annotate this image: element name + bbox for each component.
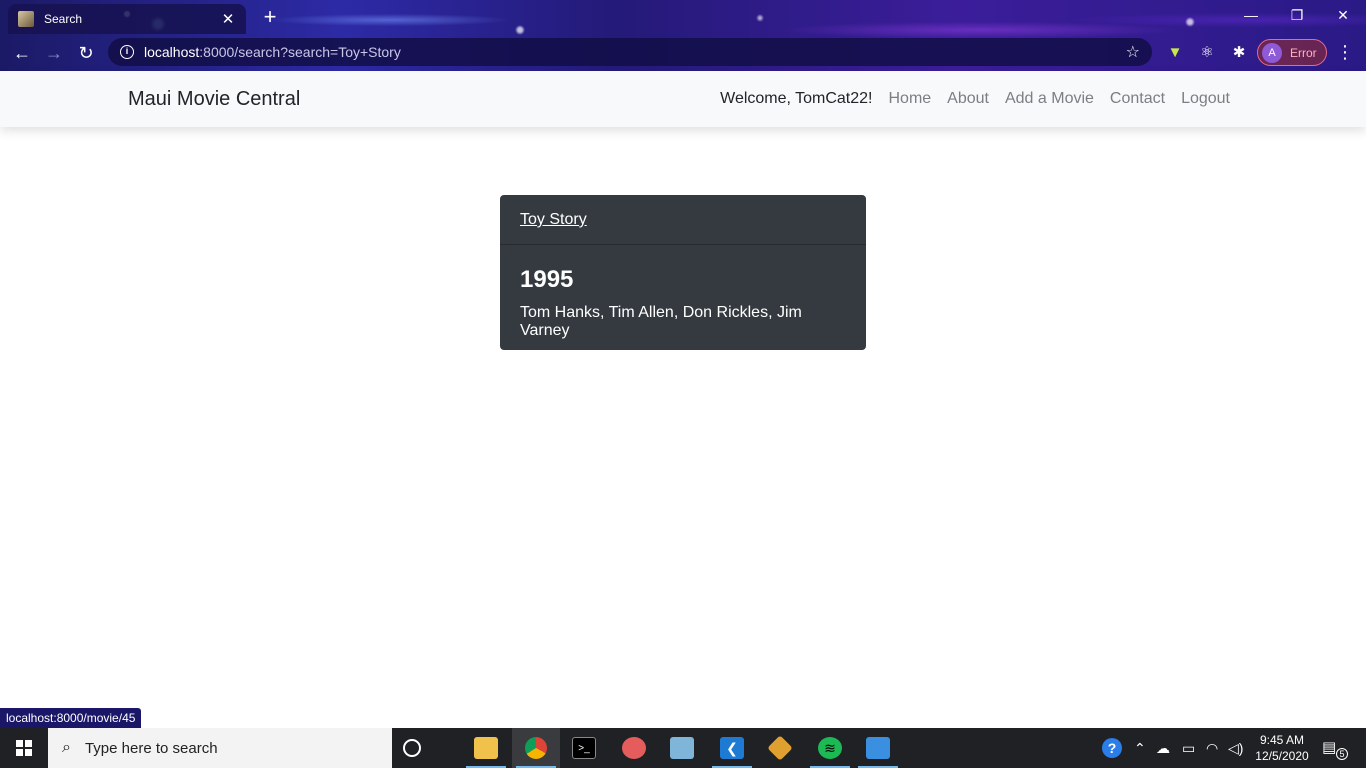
clock-date: 12/5/2020 [1255,749,1309,763]
browser-chrome: Search ✕ + — ❐ ✕ ← → ↻ i localhost:8000/… [0,0,1366,71]
profile-button[interactable]: A Error [1257,39,1327,66]
terminal-icon[interactable]: >_ [560,728,608,768]
tab-title: Search [44,12,83,26]
nav-link-logout[interactable]: Logout [1181,90,1230,108]
notification-count: 5 [1336,748,1348,760]
nav-link-add-movie[interactable]: Add a Movie [1005,90,1094,108]
forward-arrow-icon[interactable]: → [41,40,67,66]
clock-time: 9:45 AM [1259,733,1305,747]
restore-button[interactable]: ❐ [1274,4,1320,26]
search-icon: ⌕ [62,739,71,756]
spotify-icon[interactable]: ≋ [806,728,854,768]
taskbar-search-placeholder: Type here to search [84,739,218,757]
help-icon[interactable]: ? [1102,728,1122,768]
start-button[interactable] [0,728,48,768]
link-status-bubble: localhost:8000/movie/45 [0,708,142,728]
cortana-icon[interactable] [403,739,421,757]
profile-error-label: Error [1290,45,1317,60]
bookmark-star-icon[interactable]: ☆ [1126,42,1140,62]
file-explorer-icon[interactable] [462,728,510,768]
browser-toolbar: ← → ↻ i localhost:8000/search?search=Toy… [0,34,1366,71]
extension-vue-icon[interactable]: ▼ [1165,43,1185,63]
movie-year: 1995 [520,266,574,293]
address-bar[interactable]: i localhost:8000/search?search=Toy+Story… [108,38,1152,66]
git-icon[interactable] [756,728,804,768]
photos-icon[interactable] [854,728,902,768]
address-url[interactable]: localhost:8000/search?search=Toy+Story [144,44,1126,60]
nav-links: Welcome, TomCat22! Home About Add a Movi… [720,90,1230,108]
taskbar-search[interactable]: ⌕ Type here to search [48,728,392,768]
new-tab-button[interactable]: + [258,6,282,30]
extension-react-icon[interactable]: ⚛ [1197,43,1217,63]
taskbar: ⌕ Type here to search >_ ❮ ≋ ? ⌃ ☁ ▭ ◠ ◁… [0,728,1366,768]
taskbar-clock[interactable]: 9:45 AM 12/5/2020 [1254,732,1310,764]
close-window-button[interactable]: ✕ [1320,4,1366,26]
nav-link-about[interactable]: About [947,90,989,108]
chrome-icon[interactable] [512,728,560,768]
notification-center-icon[interactable]: ▤ 5 [1322,738,1348,760]
reload-icon[interactable]: ↻ [73,40,99,66]
volume-icon[interactable]: ◁) [1228,728,1243,768]
nav-link-contact[interactable]: Contact [1110,90,1165,108]
welcome-text: Welcome, TomCat22! [720,90,873,107]
site-navbar: Maui Movie Central Welcome, TomCat22! Ho… [0,71,1366,127]
notepad-icon[interactable] [658,728,706,768]
tab-search[interactable]: Search ✕ [8,4,246,34]
battery-icon[interactable]: ▭ [1182,728,1195,768]
nav-link-home[interactable]: Home [888,90,931,108]
site-brand[interactable]: Maui Movie Central [128,88,300,111]
movie-title-link[interactable]: Toy Story [520,211,587,228]
minimize-button[interactable]: — [1228,4,1274,26]
movie-cast: Tom Hanks, Tim Allen, Don Rickles, Jim V… [520,304,802,339]
site-info-icon[interactable]: i [120,45,134,59]
vscode-icon[interactable]: ❮ [708,728,756,768]
network-error-icon[interactable]: ☁ [1156,728,1170,768]
movie-result-card: Toy Story 1995 Tom Hanks, Tim Allen, Don… [500,195,866,350]
back-arrow-icon[interactable]: ← [9,40,35,66]
tab-close-icon[interactable]: ✕ [220,10,236,28]
tab-favicon-icon [18,11,34,27]
windows-logo-icon [16,740,32,756]
paint-icon[interactable] [610,728,658,768]
tray-expand-icon[interactable]: ⌃ [1134,728,1146,768]
extensions-puzzle-icon[interactable]: ✱ [1229,43,1249,63]
card-body: 1995 Tom Hanks, Tim Allen, Don Rickles, … [500,245,866,361]
card-header: Toy Story [500,195,866,245]
avatar: A [1262,42,1282,63]
wifi-icon[interactable]: ◠ [1206,728,1218,768]
browser-menu-icon[interactable]: ⋮ [1336,42,1354,63]
